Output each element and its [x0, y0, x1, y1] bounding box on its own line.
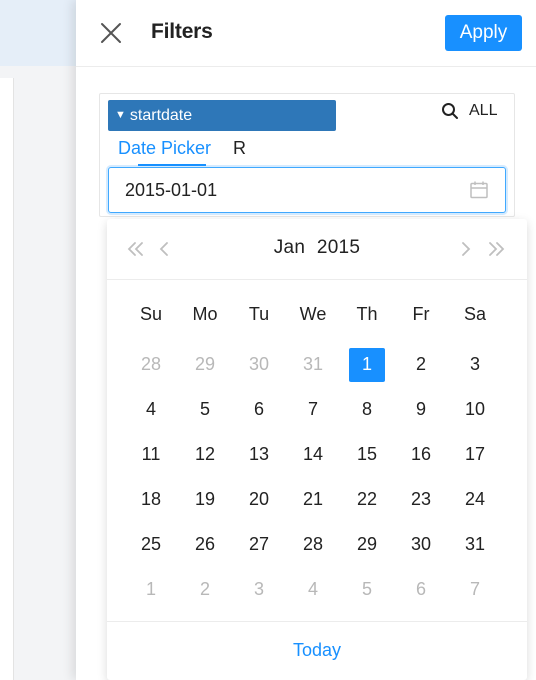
next-year-button[interactable]: [485, 238, 507, 260]
filters-drawer: Filters Apply ▼ startdate ALL Date Picke…: [76, 0, 536, 680]
weekday-label: Sa: [463, 304, 487, 324]
weekday-label: Mo: [192, 304, 218, 324]
calendar-day[interactable]: 21: [286, 477, 340, 522]
caret-down-icon: ▼: [115, 109, 126, 121]
calendar-day[interactable]: 2: [394, 342, 448, 387]
tab-date-picker[interactable]: Date Picker: [112, 138, 217, 161]
calendar-day[interactable]: 22: [340, 477, 394, 522]
calendar-day[interactable]: 28: [286, 522, 340, 567]
calendar-day-next-month[interactable]: 5: [340, 567, 394, 612]
background-header: [0, 0, 76, 66]
calendar-day[interactable]: 23: [394, 477, 448, 522]
calendar-day-prev-month[interactable]: 31: [286, 342, 340, 387]
calendar-day-prev-month[interactable]: 30: [232, 342, 286, 387]
calendar-day[interactable]: 11: [124, 432, 178, 477]
calendar-day[interactable]: 16: [394, 432, 448, 477]
close-button[interactable]: [98, 20, 124, 46]
calendar-day[interactable]: 4: [124, 387, 178, 432]
calendar-day[interactable]: 31: [448, 522, 502, 567]
calendar-day[interactable]: 7: [286, 387, 340, 432]
calendar-week-row: 1 2 3 4 5 6 7: [124, 567, 520, 612]
calendar-day[interactable]: 15: [340, 432, 394, 477]
calendar-day-prev-month[interactable]: 29: [178, 342, 232, 387]
background-app: [0, 0, 76, 680]
weekday-label: Su: [139, 304, 163, 324]
calendar-day[interactable]: 20: [232, 477, 286, 522]
filter-card-startdate: ▼ startdate ALL Date Picker R 2015-01-01: [99, 93, 515, 217]
calendar-day-next-month[interactable]: 4: [286, 567, 340, 612]
active-tab-underline: [138, 164, 206, 166]
calendar-day-prev-month[interactable]: 28: [124, 342, 178, 387]
calendar-day[interactable]: 17: [448, 432, 502, 477]
calendar-day[interactable]: 14: [286, 432, 340, 477]
calendar-day[interactable]: 8: [340, 387, 394, 432]
today-button[interactable]: Today: [107, 640, 527, 661]
weekday-label: We: [299, 304, 327, 324]
calendar-day-next-month[interactable]: 3: [232, 567, 286, 612]
calendar-week-row: 11 12 13 14 15 16 17: [124, 432, 520, 477]
calendar-week-row: 18 19 20 21 22 23 24: [124, 477, 520, 522]
calendar-day[interactable]: 18: [124, 477, 178, 522]
calendar-day[interactable]: 3: [448, 342, 502, 387]
drawer-title: Filters: [151, 20, 213, 43]
calendar-day-selected[interactable]: 1: [340, 342, 394, 387]
calendar-day[interactable]: 25: [124, 522, 178, 567]
calendar-day[interactable]: 26: [178, 522, 232, 567]
date-input[interactable]: 2015-01-01: [108, 167, 506, 213]
calendar-day[interactable]: 10: [448, 387, 502, 432]
calendar-days-grid: 28 29 30 31 1 2 3 4 5 6 7 8 9 10 11 12 1…: [124, 342, 520, 612]
search-icon: [442, 103, 458, 119]
calendar-week-row: 25 26 27 28 29 30 31: [124, 522, 520, 567]
calendar-day[interactable]: 12: [178, 432, 232, 477]
weekday-label: Fr: [412, 304, 430, 324]
calendar-day[interactable]: 29: [340, 522, 394, 567]
weekday-label: Th: [356, 304, 378, 324]
search-all-label: ALL: [469, 102, 498, 119]
apply-button[interactable]: Apply: [445, 15, 522, 51]
calendar-icon[interactable]: [469, 180, 489, 200]
calendar-day-next-month[interactable]: 6: [394, 567, 448, 612]
drawer-header: Filters Apply: [76, 0, 536, 67]
calendar-year[interactable]: 2015: [317, 237, 360, 258]
field-tag[interactable]: ▼ startdate: [108, 100, 336, 131]
calendar-header: Jan 2015: [107, 219, 527, 280]
calendar-day-next-month[interactable]: 1: [124, 567, 178, 612]
calendar-day[interactable]: 13: [232, 432, 286, 477]
calendar-dropdown: Jan 2015 Su Mo Tu We Th Fr Sa 28 29 30 3…: [107, 219, 527, 680]
calendar-day-next-month[interactable]: 2: [178, 567, 232, 612]
calendar-day[interactable]: 27: [232, 522, 286, 567]
calendar-day[interactable]: 9: [394, 387, 448, 432]
weekday-header: Su Mo Tu We Th Fr Sa: [124, 304, 520, 325]
double-chevron-right-icon: [489, 242, 505, 256]
calendar-week-row: 4 5 6 7 8 9 10: [124, 387, 520, 432]
mode-tabs: Date Picker R: [112, 138, 262, 161]
calendar-week-row: 28 29 30 31 1 2 3: [124, 342, 520, 387]
chevron-right-icon: [462, 242, 471, 256]
tab-r[interactable]: R: [227, 138, 252, 161]
calendar-day-next-month[interactable]: 7: [448, 567, 502, 612]
calendar-day[interactable]: 5: [178, 387, 232, 432]
close-icon: [101, 23, 121, 43]
calendar-footer: Today: [107, 621, 527, 680]
calendar-day[interactable]: 30: [394, 522, 448, 567]
calendar-month[interactable]: Jan: [274, 237, 306, 258]
calendar-day[interactable]: 24: [448, 477, 502, 522]
calendar-day[interactable]: 19: [178, 477, 232, 522]
next-month-button[interactable]: [459, 238, 473, 260]
weekday-label: Tu: [248, 304, 270, 324]
background-panel: [0, 78, 14, 680]
search-all-button[interactable]: ALL: [441, 102, 497, 120]
field-name: startdate: [129, 106, 193, 124]
date-input-value: 2015-01-01: [125, 179, 218, 200]
calendar-day[interactable]: 6: [232, 387, 286, 432]
